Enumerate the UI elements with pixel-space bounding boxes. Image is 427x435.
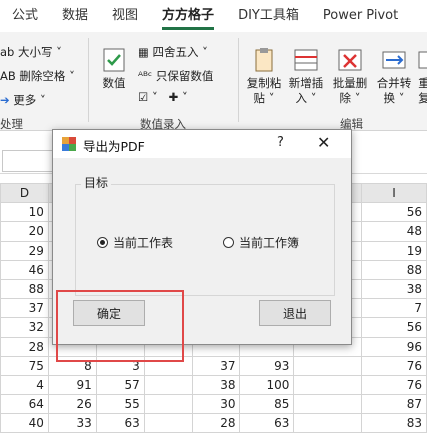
table-cell[interactable]: 56	[361, 202, 427, 223]
table-cell[interactable]: 55	[95, 394, 145, 415]
edit-tools-button[interactable]: ☑ ˅ ✚ ˅	[138, 90, 188, 104]
table-cell[interactable]: 91	[47, 374, 97, 396]
table-cell[interactable]: 88	[361, 259, 427, 280]
table-cell[interactable]	[143, 413, 193, 434]
tab-diy-toolbox[interactable]: DIY工具箱	[226, 0, 311, 32]
ribbon-separator	[238, 38, 239, 122]
table-cell[interactable]	[143, 374, 193, 396]
delete-rows-icon	[336, 46, 364, 74]
exit-button[interactable]: 退出	[259, 300, 331, 326]
numeric-button[interactable]: 数值	[94, 46, 134, 91]
table-cell[interactable]: 87	[361, 394, 427, 415]
table-cell[interactable]: 4	[0, 374, 49, 396]
highlight-box	[56, 290, 184, 362]
keep-value-button[interactable]: ᴬᴮᶜ 只保留数值	[138, 68, 213, 84]
batch-delete-button[interactable]: 批量删除 ˅	[330, 46, 370, 106]
radio-current-sheet[interactable]: 当前工作表	[97, 234, 173, 251]
app-icon	[61, 136, 77, 155]
table-cell[interactable]: 26	[47, 394, 97, 415]
radio-label-workbook: 当前工作簿	[239, 236, 300, 250]
table-cell[interactable]: 93	[239, 355, 295, 376]
table-cell[interactable]: 88	[0, 278, 49, 300]
radio-dot	[223, 237, 234, 248]
table-cell[interactable]: 76	[361, 355, 427, 376]
tab-formulas[interactable]: 公式	[0, 0, 50, 32]
dialog-title: 导出为PDF	[83, 139, 145, 154]
table-cell[interactable]: 64	[0, 394, 49, 415]
table-cell[interactable]: 75	[0, 355, 49, 376]
help-button[interactable]: ?	[277, 135, 284, 150]
remove-space-button[interactable]: AB 删除空格 ˅	[0, 68, 75, 84]
merge-convert-button[interactable]: 合并转换 ˅	[374, 46, 414, 106]
table-cell[interactable]: 32	[0, 317, 49, 338]
group-label-process: 处理	[0, 117, 23, 131]
table-cell[interactable]: 96	[361, 336, 427, 357]
table-cell[interactable]: 63	[95, 413, 145, 434]
table-cell[interactable]: 40	[0, 413, 49, 434]
ribbon-separator	[88, 38, 89, 122]
merge-icon	[380, 46, 408, 74]
radio-dot-selected	[97, 237, 108, 248]
table-cell[interactable]: 38	[361, 278, 427, 300]
ribbon: ab 大小写 ˅ AB 删除空格 ˅ ➔ 更多 ˅ 处理 数值 ▦ 四舍五入 ˅…	[0, 32, 427, 131]
close-button[interactable]: ✕	[317, 133, 330, 152]
table-row: 64 26 55 30 85 87	[0, 394, 427, 415]
table-cell[interactable]	[143, 394, 193, 415]
table-row: 40 33 63 28 63 83	[0, 413, 427, 434]
tab-data[interactable]: 数据	[50, 0, 100, 32]
radio-current-workbook[interactable]: 当前工作簿	[223, 234, 299, 251]
target-group-label: 目标	[81, 174, 112, 191]
table-cell[interactable]: 38	[191, 374, 241, 396]
table-cell[interactable]: 37	[0, 298, 49, 319]
round-button[interactable]: ▦ 四舍五入 ˅	[138, 44, 208, 60]
table-cell[interactable]: 100	[239, 374, 295, 396]
copy-paste-button[interactable]: 复制粘贴 ˅	[244, 46, 284, 106]
table-cell[interactable]: 28	[191, 413, 241, 434]
table-cell[interactable]: 37	[191, 355, 241, 376]
table-cell[interactable]: 57	[95, 374, 145, 396]
table-cell[interactable]	[293, 355, 363, 376]
tab-fangfang[interactable]: 方方格子	[150, 0, 226, 32]
table-row: 4 91 57 38 100 76	[0, 374, 427, 396]
more-button[interactable]: ➔ 更多 ˅	[0, 92, 46, 108]
table-cell[interactable]	[293, 374, 363, 396]
table-cell[interactable]: 46	[0, 259, 49, 280]
column-header[interactable]: D	[0, 182, 49, 204]
column-header[interactable]: I	[361, 182, 427, 204]
insert-button[interactable]: 新增插入 ˅	[286, 46, 326, 106]
table-cell[interactable]: 33	[47, 413, 97, 434]
dialog-titlebar: 导出为PDF ? ✕	[53, 130, 351, 158]
numeric-icon	[100, 46, 128, 74]
table-cell[interactable]: 20	[0, 221, 49, 242]
case-button[interactable]: ab 大小写 ˅	[0, 44, 62, 60]
tab-view[interactable]: 视图	[100, 0, 150, 32]
table-cell[interactable]: 63	[239, 413, 295, 434]
table-cell[interactable]	[293, 394, 363, 415]
table-cell[interactable]: 29	[0, 240, 49, 261]
table-cell[interactable]: 83	[361, 413, 427, 434]
table-cell[interactable]: 48	[361, 221, 427, 242]
duplicate-button[interactable]: 重复	[414, 46, 427, 106]
table-cell[interactable]: 85	[239, 394, 295, 415]
table-cell[interactable]: 56	[361, 317, 427, 338]
ribbon-tabs: 公式 数据 视图 方方格子 DIY工具箱 Power Pivot	[0, 0, 427, 32]
insert-rows-icon	[292, 46, 320, 74]
table-cell[interactable]	[293, 413, 363, 434]
duplicate-icon	[417, 46, 427, 74]
table-cell[interactable]: 7	[361, 298, 427, 319]
table-cell[interactable]: 30	[191, 394, 241, 415]
tab-power-pivot[interactable]: Power Pivot	[311, 0, 410, 32]
table-cell[interactable]: 28	[0, 336, 49, 357]
clipboard-icon	[250, 46, 278, 74]
radio-label-sheet: 当前工作表	[113, 236, 174, 250]
table-cell[interactable]: 76	[361, 374, 427, 396]
table-cell[interactable]: 19	[361, 240, 427, 261]
table-cell[interactable]: 10	[0, 202, 49, 223]
